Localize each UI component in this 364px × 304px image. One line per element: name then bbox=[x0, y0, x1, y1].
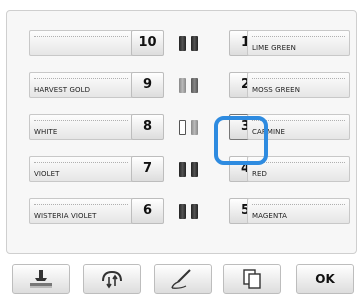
presser-foot-button[interactable] bbox=[12, 264, 70, 294]
spool-row: 10 1 LIME GREEN bbox=[17, 30, 357, 56]
spool-icon bbox=[179, 78, 186, 93]
spool-icon bbox=[179, 36, 186, 51]
spool-button-10[interactable]: 10 bbox=[131, 30, 164, 56]
spool-icon bbox=[191, 120, 198, 135]
thread-color-label-left bbox=[29, 30, 133, 56]
spool-row: HARVEST GOLD 9 2 MOSS GREEN bbox=[17, 72, 357, 98]
thread-swap-button[interactable] bbox=[83, 264, 141, 294]
spool-row: WISTERIA VIOLET 6 5 MAGENTA bbox=[17, 198, 357, 224]
needle-threader-button[interactable] bbox=[154, 264, 212, 294]
spool-icon bbox=[191, 78, 198, 93]
thread-color-label-left: WHITE bbox=[29, 114, 133, 140]
spool-button-9[interactable]: 9 bbox=[131, 72, 164, 98]
copy-icon bbox=[243, 269, 261, 289]
spool-icon bbox=[191, 36, 198, 51]
spool-row: VIOLET 7 4 RED bbox=[17, 156, 357, 182]
spool-icon bbox=[191, 162, 198, 177]
spool-icon bbox=[179, 204, 186, 219]
thread-spool-panel: 10 1 LIME GREEN HARVEST GOLD 9 2 MOSS GR… bbox=[6, 10, 357, 254]
needle-threader-icon bbox=[171, 269, 191, 289]
thread-color-label-right: LIME GREEN bbox=[247, 30, 350, 56]
spool-icon bbox=[179, 162, 186, 177]
copy-button[interactable] bbox=[223, 264, 281, 294]
ok-button[interactable]: OK bbox=[296, 264, 354, 294]
thread-color-label-left: WISTERIA VIOLET bbox=[29, 198, 133, 224]
spool-button-7[interactable]: 7 bbox=[131, 156, 164, 182]
thread-swap-icon bbox=[102, 270, 122, 289]
presser-foot-icon bbox=[30, 270, 52, 288]
spool-button-8[interactable]: 8 bbox=[131, 114, 164, 140]
spool-icon bbox=[179, 120, 186, 135]
spool-button-6[interactable]: 6 bbox=[131, 198, 164, 224]
spool-row: WHITE 8 3 CARMINE bbox=[17, 114, 357, 140]
selected-spool-highlight bbox=[214, 116, 268, 165]
thread-color-label-right: MOSS GREEN bbox=[247, 72, 350, 98]
spool-icon bbox=[191, 204, 198, 219]
thread-color-label-right: MAGENTA bbox=[247, 198, 350, 224]
thread-color-label-left: VIOLET bbox=[29, 156, 133, 182]
thread-color-label-left: HARVEST GOLD bbox=[29, 72, 133, 98]
